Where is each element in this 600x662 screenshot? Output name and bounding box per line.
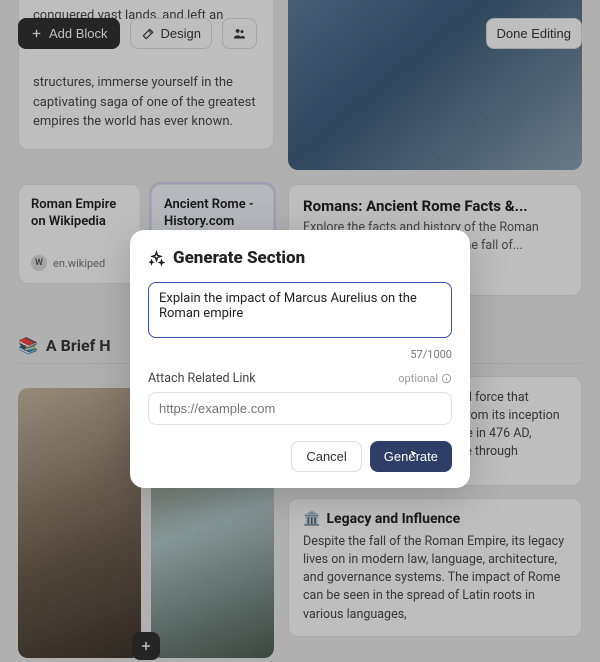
optional-label: optional	[398, 372, 438, 385]
prompt-input[interactable]	[148, 282, 452, 338]
modal-title-text: Generate Section	[173, 248, 305, 268]
related-link-input[interactable]	[148, 392, 452, 425]
generate-label: Generate	[384, 449, 438, 464]
char-count: 57/1000	[148, 348, 452, 361]
attach-link-label: Attach Related Link	[148, 371, 256, 386]
cancel-button[interactable]: Cancel	[291, 441, 361, 472]
sparkle-icon	[148, 250, 165, 267]
info-icon	[441, 373, 452, 384]
generate-section-modal: Generate Section 57/1000 Attach Related …	[130, 230, 470, 488]
generate-button[interactable]: Generate	[370, 441, 452, 472]
